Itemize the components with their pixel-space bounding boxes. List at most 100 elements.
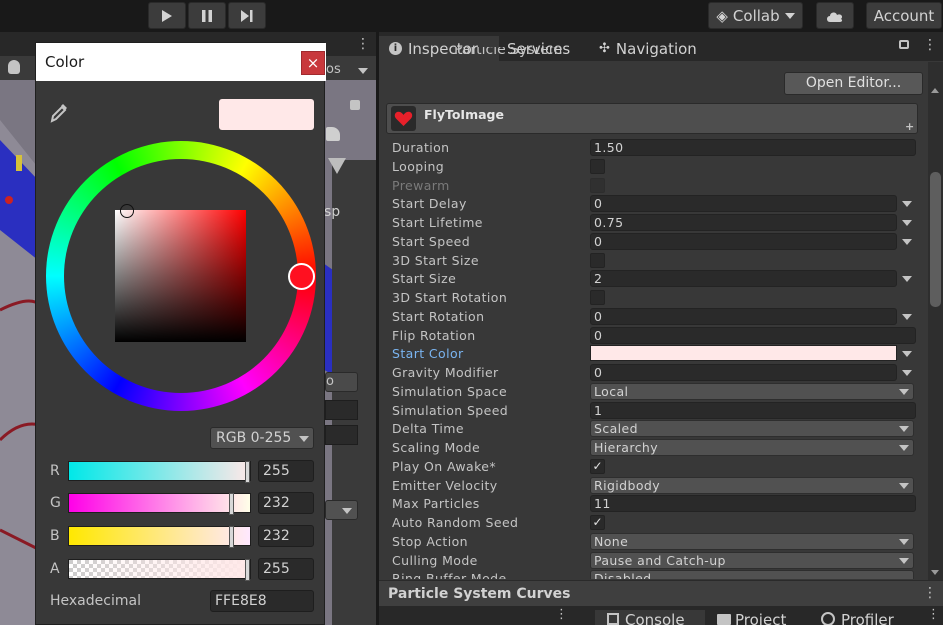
curves-bar[interactable]: Particle System Curves ⋮ — [379, 580, 943, 606]
gizmos-caret[interactable] — [358, 68, 368, 74]
close-button[interactable]: × — [301, 51, 325, 75]
tab-profiler[interactable]: Profiler — [811, 610, 921, 625]
3d-start-size-checkbox[interactable] — [590, 253, 605, 268]
gizmos-partial[interactable]: os — [326, 62, 341, 77]
emitter-velocity-dropdown[interactable]: Rigidbody — [590, 477, 914, 494]
lock-icon[interactable] — [350, 100, 360, 110]
channel-a-input[interactable]: 255 — [258, 558, 314, 580]
chevron-down-icon[interactable] — [902, 239, 912, 245]
start-delay-field[interactable]: 0 — [590, 195, 897, 212]
step-button[interactable] — [228, 2, 266, 29]
start-color-swatch[interactable] — [590, 345, 897, 361]
scaling-mode-dropdown[interactable]: Hierarchy — [590, 439, 914, 456]
ring-buffer-mode-dropdown[interactable]: Disabled — [590, 570, 914, 579]
channel-a-slider[interactable] — [68, 559, 251, 581]
channel-r-input[interactable]: 255 — [258, 460, 314, 482]
scroll-down-icon[interactable] — [931, 570, 939, 575]
tab-project-label: Project — [735, 611, 787, 625]
gravity-modifier-field[interactable]: 0 — [590, 364, 897, 381]
looping-checkbox[interactable] — [590, 159, 605, 174]
start-speed-field[interactable]: 0 — [590, 233, 897, 250]
channel-g-slider[interactable] — [68, 493, 251, 515]
scene-partial-button-1[interactable]: o — [325, 372, 358, 392]
curves-label: Particle System Curves — [388, 586, 571, 602]
bottom-left-menu-icon[interactable]: ⋮ — [555, 607, 568, 622]
flip-rotation-field[interactable]: 0 — [590, 327, 916, 344]
tab-project[interactable]: Project — [707, 610, 807, 625]
hue-handle[interactable] — [288, 263, 315, 290]
scene-tool-icon-1[interactable] — [326, 127, 340, 141]
color-mode-dropdown[interactable]: RGB 0-255 — [210, 427, 314, 449]
pause-icon — [202, 9, 212, 22]
collab-label: Collab — [732, 6, 780, 25]
slider-handle[interactable] — [245, 461, 250, 483]
dropdown-value: Pause and Catch-up — [594, 553, 726, 568]
hex-label: Hexadecimal — [50, 593, 141, 609]
slider-handle[interactable] — [245, 559, 250, 581]
scene-partial-dropdown[interactable] — [325, 500, 358, 520]
lock-icon[interactable] — [899, 40, 909, 49]
hex-input[interactable]: FFE8E8 — [210, 590, 314, 612]
chevron-down-icon[interactable] — [902, 351, 912, 357]
eyedropper-icon[interactable] — [50, 101, 70, 126]
prop-label: Start Delay — [392, 196, 467, 211]
auto-random-seed-checkbox[interactable]: ✓ — [590, 515, 605, 530]
scrollbar-thumb[interactable] — [930, 172, 941, 307]
start-size-field[interactable]: 2 — [590, 270, 897, 287]
culling-mode-dropdown[interactable]: Pause and Catch-up — [590, 552, 914, 569]
prop-label: Emitter Velocity — [392, 478, 498, 493]
prop-start-speed: Start Speed 0 — [390, 233, 916, 251]
saturation-value-square[interactable] — [115, 204, 246, 342]
channel-g-input[interactable]: 232 — [258, 492, 314, 514]
prewarm-checkbox[interactable] — [590, 178, 605, 193]
slider-handle[interactable] — [229, 526, 234, 548]
chevron-down-icon[interactable] — [902, 201, 912, 207]
color-picker-titlebar[interactable]: Color × — [36, 43, 326, 81]
curves-menu-icon[interactable]: ⋮ — [923, 585, 937, 601]
prop-stop-action: Stop Action None — [390, 533, 916, 551]
max-particles-field[interactable]: 11 — [590, 495, 916, 512]
bottom-right-menu-icon[interactable]: ⋮ — [927, 607, 940, 622]
open-editor-button[interactable]: Open Editor... — [784, 72, 923, 95]
scene-partial-field-1[interactable] — [325, 400, 358, 420]
play-icon — [162, 9, 172, 22]
channel-b-input[interactable]: 232 — [258, 525, 314, 547]
inspector-menu-icon[interactable]: ⋮ — [923, 37, 937, 53]
start-lifetime-field[interactable]: 0.75 — [590, 214, 897, 231]
pause-button[interactable] — [188, 2, 226, 29]
channel-r-slider[interactable] — [68, 461, 251, 483]
play-button[interactable] — [148, 2, 186, 29]
scene-tool-icon-2[interactable] — [328, 158, 346, 174]
module-header[interactable]: FlyToImage + — [386, 103, 918, 134]
scene-menu-icon[interactable]: ⋮ — [356, 36, 370, 52]
chevron-down-icon[interactable] — [902, 276, 912, 282]
scene-partial-field-2[interactable] — [325, 425, 358, 445]
account-button[interactable]: Account — [866, 2, 942, 29]
lightbulb-icon[interactable] — [8, 60, 20, 74]
simulation-speed-field[interactable]: 1 — [590, 402, 916, 419]
cloud-button[interactable] — [816, 2, 854, 29]
simulation-space-dropdown[interactable]: Local — [590, 383, 914, 400]
tab-console[interactable]: Console — [595, 610, 705, 625]
3d-start-rotation-checkbox[interactable] — [590, 290, 605, 305]
slider-handle[interactable] — [229, 493, 234, 515]
chevron-down-icon[interactable] — [902, 370, 912, 376]
chevron-down-icon[interactable] — [902, 220, 912, 226]
collab-button[interactable]: ◈ Collab — [708, 2, 803, 29]
duration-field[interactable]: 1.50 — [590, 139, 916, 156]
stop-action-dropdown[interactable]: None — [590, 533, 914, 550]
inspector-scrollbar[interactable] — [928, 62, 943, 580]
delta-time-dropdown[interactable]: Scaled — [590, 420, 914, 437]
tab-navigation[interactable]: ✣ Navigation — [589, 36, 719, 61]
color-mode-label: RGB 0-255 — [216, 430, 292, 446]
add-icon[interactable]: + — [905, 120, 914, 133]
chevron-down-icon[interactable] — [902, 314, 912, 320]
channel-b-slider[interactable] — [68, 526, 251, 548]
prop-label: Simulation Space — [392, 384, 508, 399]
start-rotation-field[interactable]: 0 — [590, 308, 897, 325]
prop-label: Start Size — [392, 271, 457, 286]
scroll-up-icon[interactable] — [931, 88, 939, 93]
play-on-awake-checkbox[interactable]: ✓ — [590, 459, 605, 474]
sv-handle[interactable] — [120, 204, 134, 218]
folder-icon — [717, 614, 731, 625]
